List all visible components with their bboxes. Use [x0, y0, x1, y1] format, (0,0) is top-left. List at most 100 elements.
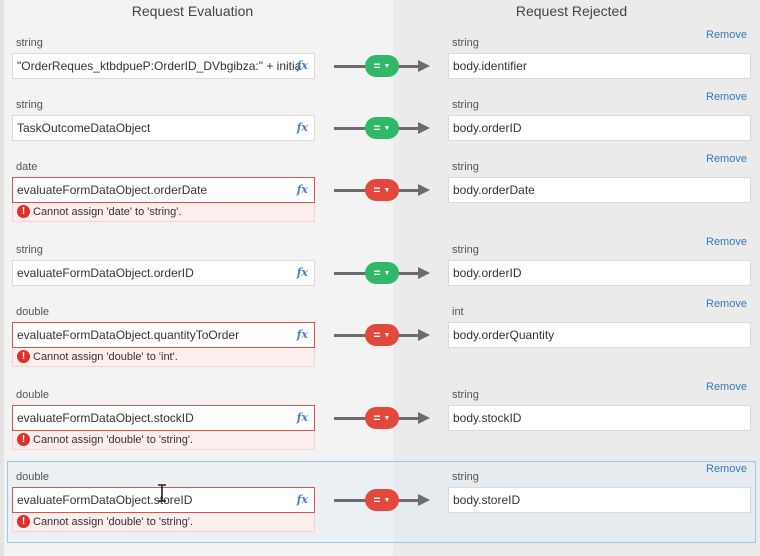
remove-link[interactable]: Remove [706, 153, 747, 165]
source-type-label: double [16, 389, 50, 401]
arrow-head-icon [418, 267, 430, 279]
caret-down-icon: ▼ [383, 269, 391, 277]
fx-icon[interactable]: fx [297, 323, 308, 347]
source-expression-field[interactable]: TaskOutcomeDataObject fx [12, 115, 315, 141]
operator-dropdown[interactable]: = ▼ [365, 324, 399, 346]
caret-down-icon: ▼ [383, 124, 391, 132]
remove-link[interactable]: Remove [706, 381, 747, 393]
operator-dropdown[interactable]: = ▼ [365, 117, 399, 139]
operator-dropdown[interactable]: = ▼ [365, 262, 399, 284]
mapping-row[interactable]: string string Remove evaluateFormDataObj… [0, 234, 760, 296]
caret-down-icon: ▼ [383, 186, 391, 194]
operator-symbol: = [373, 266, 381, 280]
source-expression-field[interactable]: evaluateFormDataObject.quantityToOrder f… [12, 322, 315, 348]
target-field[interactable]: body.identifier [448, 53, 751, 79]
validation-error-text: Cannot assign 'double' to 'int'. [33, 351, 178, 363]
remove-link[interactable]: Remove [706, 236, 747, 248]
error-icon: ! [17, 515, 30, 528]
target-field[interactable]: body.orderID [448, 260, 751, 286]
error-icon: ! [17, 205, 30, 218]
operator-dropdown[interactable]: = ▼ [365, 179, 399, 201]
target-field-value: body.orderDate [453, 183, 535, 197]
validation-error-text: Cannot assign 'double' to 'string'. [33, 434, 194, 446]
target-field[interactable]: body.orderDate [448, 177, 751, 203]
operator-dropdown[interactable]: = ▼ [365, 407, 399, 429]
fx-icon[interactable]: fx [297, 488, 308, 512]
text-cursor-icon [158, 484, 166, 502]
operator-symbol: = [373, 328, 381, 342]
validation-error: ! Cannot assign 'double' to 'string'. [12, 513, 315, 532]
operator-symbol: = [373, 493, 381, 507]
target-field-value: body.orderID [453, 266, 522, 280]
target-field-value: body.orderID [453, 121, 522, 135]
target-type-label: string [452, 99, 479, 111]
operator-symbol: = [373, 411, 381, 425]
target-field[interactable]: body.orderID [448, 115, 751, 141]
source-expression-field[interactable]: evaluateFormDataObject.orderID fx [12, 260, 315, 286]
validation-error: ! Cannot assign 'double' to 'string'. [12, 431, 315, 450]
mapping-editor: Request Evaluation Request Rejected stri… [0, 0, 760, 556]
caret-down-icon: ▼ [383, 331, 391, 339]
operator-symbol: = [373, 183, 381, 197]
mapping-row[interactable]: string string Remove TaskOutcomeDataObje… [0, 89, 760, 151]
mapping-row[interactable]: string string Remove "OrderReques_ktbdpu… [0, 27, 760, 89]
source-expression-value: TaskOutcomeDataObject [17, 121, 151, 135]
source-expression-value: evaluateFormDataObject.orderDate [17, 183, 208, 197]
source-expression-field[interactable]: "OrderReques_ktbdpueP:OrderID_DVbgibza:"… [12, 53, 315, 79]
source-expression-value: evaluateFormDataObject.quantityToOrder [17, 328, 240, 342]
arrow-head-icon [418, 494, 430, 506]
source-expression-value: "OrderReques_ktbdpueP:OrderID_DVbgibza:"… [17, 59, 302, 73]
remove-link[interactable]: Remove [706, 29, 747, 41]
source-expression-field[interactable]: evaluateFormDataObject.orderDate fx [12, 177, 315, 203]
operator-dropdown[interactable]: = ▼ [365, 489, 399, 511]
target-field-value: body.orderQuantity [453, 328, 555, 342]
source-expression-value: evaluateFormDataObject.orderID [17, 266, 194, 280]
validation-error: ! Cannot assign 'double' to 'int'. [12, 348, 315, 367]
remove-link[interactable]: Remove [706, 463, 747, 475]
source-type-label: double [16, 471, 50, 483]
target-type-label: string [452, 471, 479, 483]
arrow-head-icon [418, 122, 430, 134]
operator-dropdown[interactable]: = ▼ [365, 55, 399, 77]
fx-icon[interactable]: fx [297, 406, 308, 430]
operator-symbol: = [373, 59, 381, 73]
target-type-label: string [452, 244, 479, 256]
mapping-row[interactable]: double string Remove evaluateFormDataObj… [0, 379, 760, 463]
source-type-label: double [16, 306, 50, 318]
operator-symbol: = [373, 121, 381, 135]
source-type-label: string [16, 37, 43, 49]
validation-error-text: Cannot assign 'date' to 'string'. [33, 206, 182, 218]
caret-down-icon: ▼ [383, 496, 391, 504]
caret-down-icon: ▼ [383, 414, 391, 422]
fx-icon[interactable]: fx [297, 116, 308, 140]
fx-icon[interactable]: fx [297, 54, 308, 78]
validation-error-text: Cannot assign 'double' to 'string'. [33, 516, 194, 528]
remove-link[interactable]: Remove [706, 91, 747, 103]
arrow-head-icon [418, 412, 430, 424]
target-field-value: body.storeID [453, 493, 521, 507]
target-field[interactable]: body.orderQuantity [448, 322, 751, 348]
mapping-row[interactable]: double int Remove evaluateFormDataObject… [0, 296, 760, 380]
target-field-value: body.identifier [453, 59, 527, 73]
source-type-label: string [16, 244, 43, 256]
target-field[interactable]: body.storeID [448, 487, 751, 513]
fx-icon[interactable]: fx [297, 261, 308, 285]
target-type-label: string [452, 161, 479, 173]
source-type-label: string [16, 99, 43, 111]
error-icon: ! [17, 350, 30, 363]
mapping-row[interactable]: double string Remove evaluateFormDataObj… [0, 461, 760, 545]
arrow-head-icon [418, 60, 430, 72]
source-expression-value: evaluateFormDataObject.stockID [17, 411, 194, 425]
target-field-value: body.stockID [453, 411, 522, 425]
mapping-row[interactable]: date string Remove evaluateFormDataObjec… [0, 151, 760, 235]
arrow-head-icon [418, 184, 430, 196]
target-type-label: string [452, 37, 479, 49]
source-column-header: Request Evaluation [131, 3, 254, 19]
target-field[interactable]: body.stockID [448, 405, 751, 431]
caret-down-icon: ▼ [383, 62, 391, 70]
target-column-header: Request Rejected [515, 3, 628, 19]
target-type-label: int [452, 306, 464, 318]
remove-link[interactable]: Remove [706, 298, 747, 310]
source-expression-field[interactable]: evaluateFormDataObject.stockID fx [12, 405, 315, 431]
fx-icon[interactable]: fx [297, 178, 308, 202]
